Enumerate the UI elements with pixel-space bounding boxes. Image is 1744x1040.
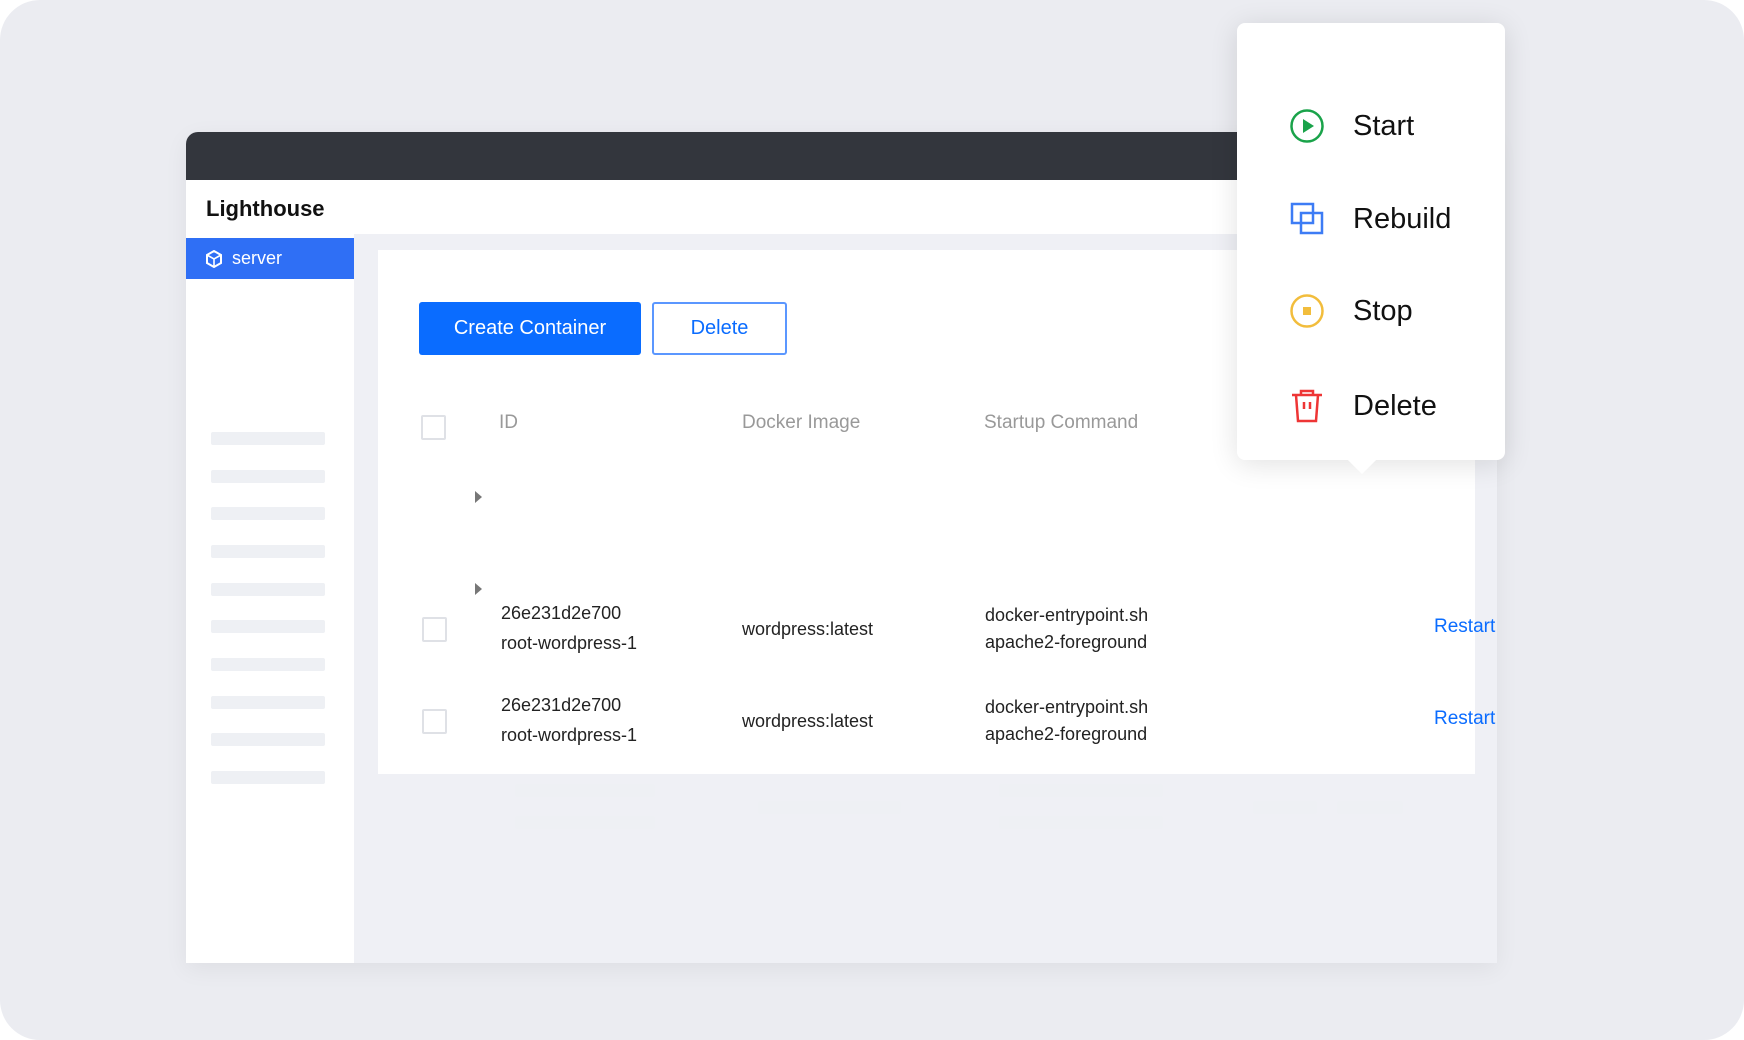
cube-icon — [206, 249, 222, 268]
sidebar-placeholder — [211, 620, 325, 633]
sidebar-placeholder — [211, 583, 325, 596]
row-placeholder — [999, 816, 1163, 829]
container-id: 26e231d2e700 — [501, 603, 622, 623]
menu-item-stop[interactable]: Stop — [1237, 276, 1505, 346]
startup-command-line1: docker-entrypoint.sh — [985, 605, 1149, 625]
row-placeholder — [1337, 801, 1403, 814]
column-header-docker-image: Docker Image — [742, 412, 861, 433]
stop-circle-icon — [1290, 294, 1324, 328]
sidebar-placeholder — [211, 545, 325, 558]
menu-item-label: Rebuild — [1353, 202, 1452, 235]
column-header-startup-command: Startup Command — [984, 412, 1139, 433]
menu-item-label: Delete — [1353, 389, 1437, 422]
docker-image: wordpress:latest — [742, 619, 874, 639]
row-checkbox[interactable] — [422, 617, 447, 642]
container-name: root-wordpress-1 — [501, 633, 638, 653]
sidebar-item-server[interactable]: server — [186, 238, 354, 279]
row-placeholder — [515, 784, 655, 797]
more-actions-menu: Start Rebuild Stop Delete — [1237, 23, 1505, 475]
expand-row-icon[interactable] — [475, 491, 482, 503]
menu-item-rebuild[interactable]: Rebuild — [1237, 184, 1505, 254]
row-placeholder — [1253, 801, 1317, 814]
sidebar-placeholder — [211, 771, 325, 784]
sidebar-placeholder — [211, 733, 325, 746]
sidebar: server — [186, 234, 354, 963]
restart-link[interactable]: Restart — [1434, 708, 1495, 730]
row-placeholder — [515, 816, 655, 829]
startup-command-line1: docker-entrypoint.sh — [985, 697, 1149, 717]
trash-icon — [1292, 389, 1322, 423]
row-placeholder — [758, 801, 901, 814]
container-name: root-wordpress-1 — [501, 725, 638, 745]
rebuild-icon — [1290, 202, 1324, 235]
delete-button[interactable]: Delete — [652, 302, 787, 355]
menu-item-start[interactable]: Start — [1237, 91, 1505, 161]
container-id: 26e231d2e700 — [501, 695, 622, 715]
play-circle-icon — [1290, 109, 1324, 143]
expand-row-icon[interactable] — [475, 583, 482, 595]
app-logo: Lighthouse — [206, 196, 325, 221]
create-container-button[interactable]: Create Container — [419, 302, 641, 355]
page-background: Lighthouse server Create Container Delet… — [0, 0, 1744, 1040]
menu-item-label: Stop — [1353, 294, 1413, 327]
sidebar-placeholder — [211, 470, 325, 483]
menu-item-label: Start — [1353, 109, 1415, 142]
startup-command-line2: apache2-foreground — [985, 724, 1148, 744]
sidebar-placeholder — [211, 696, 325, 709]
select-all-checkbox[interactable] — [421, 415, 446, 440]
sidebar-placeholder — [211, 507, 325, 520]
sidebar-item-label: server — [232, 248, 283, 268]
menu-item-delete[interactable]: Delete — [1237, 371, 1505, 441]
docker-image: wordpress:latest — [742, 711, 874, 731]
column-header-id: ID — [499, 412, 518, 433]
restart-link[interactable]: Restart — [1434, 616, 1495, 638]
row-placeholder — [999, 784, 1163, 797]
sidebar-placeholder — [211, 432, 325, 445]
sidebar-placeholder — [211, 658, 325, 671]
startup-command-line2: apache2-foreground — [985, 632, 1148, 652]
row-checkbox[interactable] — [422, 709, 447, 734]
